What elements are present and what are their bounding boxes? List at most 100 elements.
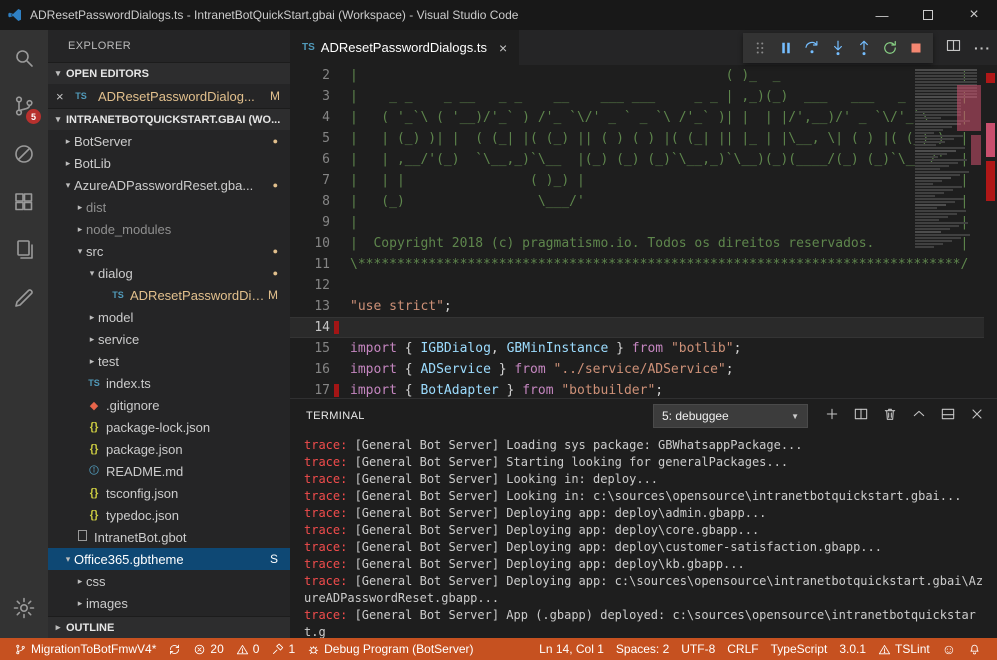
tree-item-botlib[interactable]: ▸BotLib	[48, 152, 290, 174]
chevron-down-icon[interactable]: ▾	[74, 246, 86, 257]
tree-item-dialog[interactable]: ▾dialog●	[48, 262, 290, 284]
tree-item-images[interactable]: ▸images	[48, 592, 290, 614]
chevron-right-icon[interactable]: ▸	[86, 312, 98, 323]
maximize-button[interactable]	[905, 0, 951, 30]
code-line[interactable]: 4| ( '_`\ ( '__)/'_` ) /'_ `\/' _ ` _ `\…	[290, 107, 997, 128]
code-editor[interactable]: 2| ( )_ _ |3| _ _ _ __ _ _ __ ___ ___ _ …	[290, 65, 997, 398]
close-x-icon[interactable]	[969, 406, 985, 427]
tree-item-test[interactable]: ▸test	[48, 350, 290, 372]
status-error[interactable]: 20	[187, 638, 229, 660]
chevron-right-icon[interactable]: ▸	[86, 334, 98, 345]
chevron-right-icon[interactable]: ▸	[62, 136, 74, 147]
code-line[interactable]: 7| | | ( )_) | |	[290, 170, 997, 191]
status-branch[interactable]: MigrationToBotFmwV4*	[8, 638, 162, 660]
tab-adresetpassworddialogs[interactable]: TS ADResetPasswordDialogs.ts ×	[290, 30, 519, 65]
code-line[interactable]: 5| | (_) )| | ( (_| |( (_) || ( ) ( ) |(…	[290, 128, 997, 149]
more-actions-icon[interactable]: ···	[974, 40, 991, 56]
status-crlf[interactable]: CRLF	[721, 638, 764, 660]
status-ln-14-col-1[interactable]: Ln 14, Col 1	[533, 638, 610, 660]
tree-item-model[interactable]: ▸model	[48, 306, 290, 328]
step-out-icon[interactable]	[852, 36, 876, 60]
code-line[interactable]: 9| |	[290, 212, 997, 233]
chevron-down-icon[interactable]: ▾	[86, 268, 98, 279]
terminal-output[interactable]: trace: [General Bot Server] Loading sys …	[290, 433, 997, 638]
code-line[interactable]: 8| (_) \___/' |	[290, 191, 997, 212]
settings-icon[interactable]	[0, 584, 48, 632]
status-typescript[interactable]: TypeScript	[765, 638, 834, 660]
debug-icon[interactable]	[0, 130, 48, 178]
code-line[interactable]: 12	[290, 275, 997, 296]
panel-icon[interactable]	[940, 406, 956, 427]
extensions-icon[interactable]	[0, 178, 48, 226]
tree-item-tsconfig-json[interactable]: {}tsconfig.json	[48, 482, 290, 504]
tree-item-index-ts[interactable]: TSindex.ts	[48, 372, 290, 394]
code-line[interactable]: 14	[290, 317, 997, 338]
workspace-header[interactable]: ▾ INTRANETBOTQUICKSTART.GBAI (WO...	[48, 108, 290, 130]
chevron-right-icon[interactable]: ▸	[74, 598, 86, 609]
open-editors-header[interactable]: ▾ OPEN EDITORS	[48, 62, 290, 84]
status-warning[interactable]: TSLint	[872, 638, 936, 660]
close-icon[interactable]: ×	[56, 89, 68, 104]
chevron-right-icon[interactable]: ▸	[74, 224, 86, 235]
minimap[interactable]	[913, 65, 983, 398]
status-3-0-1[interactable]: 3.0.1	[833, 638, 872, 660]
tree-item-service[interactable]: ▸service	[48, 328, 290, 350]
tree-item-node-modules[interactable]: ▸node_modules	[48, 218, 290, 240]
tree-item-package-json[interactable]: {}package.json	[48, 438, 290, 460]
minimize-button[interactable]: —	[859, 0, 905, 30]
status-smiley[interactable]: ☺	[936, 638, 962, 660]
chevron-right-icon[interactable]: ▸	[86, 356, 98, 367]
stop-icon[interactable]	[904, 36, 928, 60]
status-utf-8[interactable]: UTF-8	[675, 638, 721, 660]
tree-item-typedoc-json[interactable]: {}typedoc.json	[48, 504, 290, 526]
code-line[interactable]: 16import { ADService } from "../service/…	[290, 359, 997, 380]
terminal-tab[interactable]: TERMINAL	[306, 410, 365, 422]
split-editor-icon[interactable]	[853, 406, 869, 427]
tree-item-office365-gbtheme[interactable]: ▾Office365.gbthemeS	[48, 548, 290, 570]
step-into-icon[interactable]	[826, 36, 850, 60]
chevron-right-icon[interactable]: ▸	[74, 576, 86, 587]
tree-item-package-lock-json[interactable]: {}package-lock.json	[48, 416, 290, 438]
chevron-down-icon[interactable]: ▾	[62, 180, 74, 191]
status-spaces-2[interactable]: Spaces: 2	[610, 638, 675, 660]
status-tools[interactable]: 1	[265, 638, 301, 660]
tree-item-readme-md[interactable]: README.md	[48, 460, 290, 482]
terminal-select[interactable]: 5: debuggee ▼	[653, 404, 808, 428]
code-line[interactable]: 6| | ,__/'(_) `\__,_)`\__ |(_) (_) (_)`\…	[290, 149, 997, 170]
tree-item-src[interactable]: ▾src●	[48, 240, 290, 262]
code-line[interactable]: 2| ( )_ _ |	[290, 65, 997, 86]
close-button[interactable]: ×	[951, 0, 997, 30]
code-line[interactable]: 3| _ _ _ __ _ _ __ ___ ___ _ _ | ,_)(_) …	[290, 86, 997, 107]
tree-item-botserver[interactable]: ▸BotServer●	[48, 130, 290, 152]
status-bell[interactable]	[962, 638, 987, 660]
tree-item-adresetpassworddial-[interactable]: TSADResetPasswordDial...M	[48, 284, 290, 306]
code-line[interactable]: 11\*************************************…	[290, 254, 997, 275]
code-line[interactable]: 10| Copyright 2018 (c) pragmatismo.io. T…	[290, 233, 997, 254]
code-line[interactable]: 13"use strict";	[290, 296, 997, 317]
chevron-right-icon[interactable]: ▸	[62, 158, 74, 169]
outline-header[interactable]: ▸ OUTLINE	[48, 616, 290, 638]
restart-icon[interactable]	[878, 36, 902, 60]
chevron-up-icon[interactable]	[911, 406, 927, 427]
tree-item-azureadpasswordreset-gba-[interactable]: ▾AzureADPasswordReset.gba...●	[48, 174, 290, 196]
tab-close-icon[interactable]: ×	[499, 40, 507, 56]
tree-item--gitignore[interactable]: ◆.gitignore	[48, 394, 290, 416]
status-bug[interactable]: Debug Program (BotServer)	[301, 638, 479, 660]
code-line[interactable]: 15import { IGBDialog, GBMinInstance } fr…	[290, 338, 997, 359]
plus-icon[interactable]	[824, 406, 840, 427]
chevron-right-icon[interactable]: ▸	[74, 202, 86, 213]
chevron-down-icon[interactable]: ▾	[62, 554, 74, 565]
pause-icon[interactable]	[774, 36, 798, 60]
step-over-icon[interactable]	[800, 36, 824, 60]
tree-item-intranetbot-gbot[interactable]: IntranetBot.gbot	[48, 526, 290, 548]
editor-scrollbar[interactable]	[984, 65, 997, 398]
status-warning[interactable]: 0	[230, 638, 266, 660]
tree-item-dist[interactable]: ▸dist	[48, 196, 290, 218]
status-sync[interactable]	[162, 638, 187, 660]
tree-item-css[interactable]: ▸css	[48, 570, 290, 592]
files-icon[interactable]	[0, 226, 48, 274]
split-editor-icon[interactable]	[945, 37, 962, 59]
trash-icon[interactable]	[882, 406, 898, 427]
edit-icon[interactable]	[0, 274, 48, 322]
code-line[interactable]: 17import { BotAdapter } from "botbuilder…	[290, 380, 997, 398]
